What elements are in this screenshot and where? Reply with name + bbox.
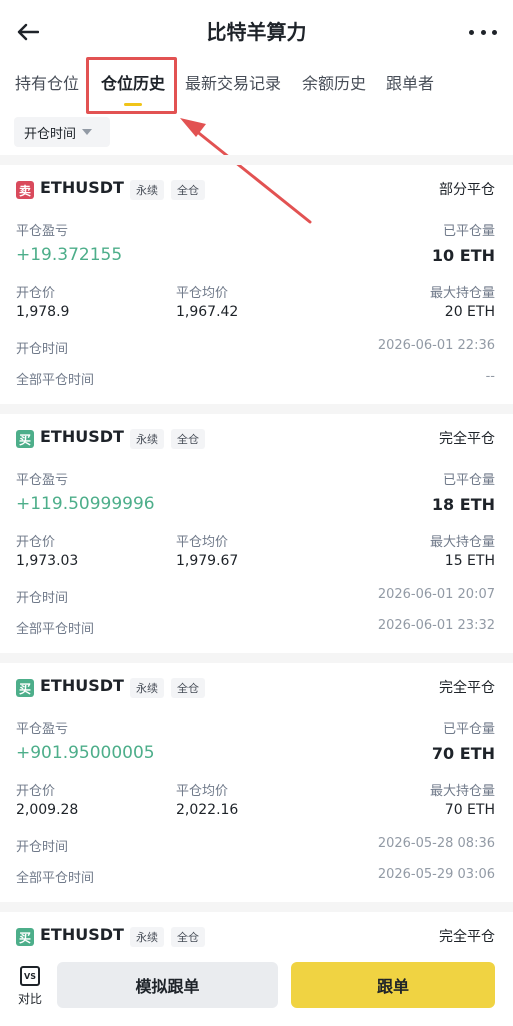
closed-qty-label: 已平仓量 (442, 224, 495, 239)
avg-close-label: 平仓均价 (176, 535, 229, 550)
pnl-label: 平仓盈亏 (16, 473, 69, 488)
pnl-value: +119.50999996 (16, 494, 155, 514)
close-status: 完全平仓 (439, 680, 495, 696)
pnl-label: 平仓盈亏 (16, 224, 69, 239)
max-position-label: 最大持仓量 (429, 784, 495, 799)
open-time-label: 开仓时间 (16, 591, 69, 606)
tag-perpetual: 永续 (130, 927, 164, 947)
symbol: ETHUSDT (40, 925, 124, 944)
close-status: 部分平仓 (439, 182, 495, 198)
page-title: 比特羊算力 (206, 20, 307, 44)
side-badge: 卖 (16, 181, 34, 199)
tag-cross: 全仓 (171, 180, 205, 200)
open-time-filter[interactable]: 开仓时间 (14, 117, 110, 147)
divider (0, 404, 513, 414)
tab-latest-trades[interactable]: 最新交易记录 (185, 70, 281, 94)
close-time-value: -- (485, 369, 495, 384)
close-time-label: 全部平仓时间 (16, 871, 95, 886)
open-time-label: 开仓时间 (16, 840, 69, 855)
closed-qty-value: 70 ETH (431, 744, 495, 763)
filter-label: 开仓时间 (24, 126, 77, 142)
open-price-value: 2,009.28 (16, 802, 79, 818)
open-time-value: 2026-06-01 22:36 (377, 338, 495, 353)
symbol: ETHUSDT (40, 427, 124, 446)
vs-icon: VS (20, 966, 40, 986)
side-badge: 买 (16, 679, 34, 697)
avg-close-label: 平仓均价 (176, 784, 229, 799)
open-price-label: 开仓价 (16, 535, 56, 550)
side-badge: 买 (16, 928, 34, 946)
position-card[interactable]: 买 ETHUSDT 永续 全仓 完全平仓 平仓盈亏 已平仓量 +119.5099… (0, 427, 513, 666)
pnl-value: +19.372155 (16, 245, 123, 265)
max-position-label: 最大持仓量 (429, 535, 495, 550)
close-time-label: 全部平仓时间 (16, 373, 95, 388)
pnl-value: +901.95000005 (16, 743, 155, 763)
tag-perpetual: 永续 (130, 180, 164, 200)
position-card[interactable]: 卖 ETHUSDT 永续 全仓 部分平仓 平仓盈亏 已平仓量 +19.37215… (0, 178, 513, 417)
bottom-action-bar: VS 对比 模拟跟单 跟单 (0, 952, 513, 1026)
divider (0, 653, 513, 663)
header: 比特羊算力 (0, 0, 513, 62)
caret-down-icon (82, 129, 93, 135)
open-time-value: 2026-06-01 20:07 (377, 587, 495, 602)
tag-cross: 全仓 (171, 429, 205, 449)
avg-close-label: 平仓均价 (176, 286, 229, 301)
tab-holdings[interactable]: 持有仓位 (15, 70, 79, 94)
max-position-value: 70 ETH (444, 802, 495, 818)
open-time-value: 2026-05-28 08:36 (377, 836, 495, 851)
tab-bar: 持有仓位 仓位历史 最新交易记录 余额历史 跟单者 (0, 62, 513, 112)
pnl-label: 平仓盈亏 (16, 722, 69, 737)
tag-perpetual: 永续 (130, 429, 164, 449)
simulate-copy-button[interactable]: 模拟跟单 (57, 962, 278, 1008)
close-status: 完全平仓 (439, 929, 495, 945)
open-price-label: 开仓价 (16, 286, 56, 301)
open-price-value: 1,978.9 (16, 304, 70, 320)
closed-qty-label: 已平仓量 (442, 722, 495, 737)
closed-qty-value: 10 ETH (431, 246, 495, 265)
tag-cross: 全仓 (171, 927, 205, 947)
max-position-label: 最大持仓量 (429, 286, 495, 301)
open-time-label: 开仓时间 (16, 342, 69, 357)
divider (0, 902, 513, 912)
position-card[interactable]: 买 ETHUSDT 永续 全仓 完全平仓 (0, 925, 513, 952)
symbol: ETHUSDT (40, 178, 124, 197)
tag-cross: 全仓 (171, 678, 205, 698)
divider (0, 155, 513, 165)
side-badge: 买 (16, 430, 34, 448)
symbol: ETHUSDT (40, 676, 124, 695)
close-time-value: 2026-05-29 03:06 (377, 867, 495, 882)
close-time-value: 2026-06-01 23:32 (377, 618, 495, 633)
tag-perpetual: 永续 (130, 678, 164, 698)
closed-qty-label: 已平仓量 (442, 473, 495, 488)
close-time-label: 全部平仓时间 (16, 622, 95, 637)
avg-close-value: 1,967.42 (176, 304, 239, 320)
annotation-highlight-box (86, 57, 177, 114)
closed-qty-value: 18 ETH (431, 495, 495, 514)
tab-followers[interactable]: 跟单者 (386, 70, 434, 94)
more-icon[interactable] (469, 22, 497, 42)
avg-close-value: 1,979.67 (176, 553, 239, 569)
max-position-value: 20 ETH (444, 304, 495, 320)
compare-button[interactable]: VS 对比 (12, 960, 48, 1008)
max-position-value: 15 ETH (444, 553, 495, 569)
open-price-label: 开仓价 (16, 784, 56, 799)
avg-close-value: 2,022.16 (176, 802, 239, 818)
position-card[interactable]: 买 ETHUSDT 永续 全仓 完全平仓 平仓盈亏 已平仓量 +901.9500… (0, 676, 513, 915)
open-price-value: 1,973.03 (16, 553, 79, 569)
copy-trade-button[interactable]: 跟单 (291, 962, 495, 1008)
compare-label: 对比 (17, 992, 42, 1006)
tab-balance-history[interactable]: 余额历史 (302, 70, 366, 94)
close-status: 完全平仓 (439, 431, 495, 447)
